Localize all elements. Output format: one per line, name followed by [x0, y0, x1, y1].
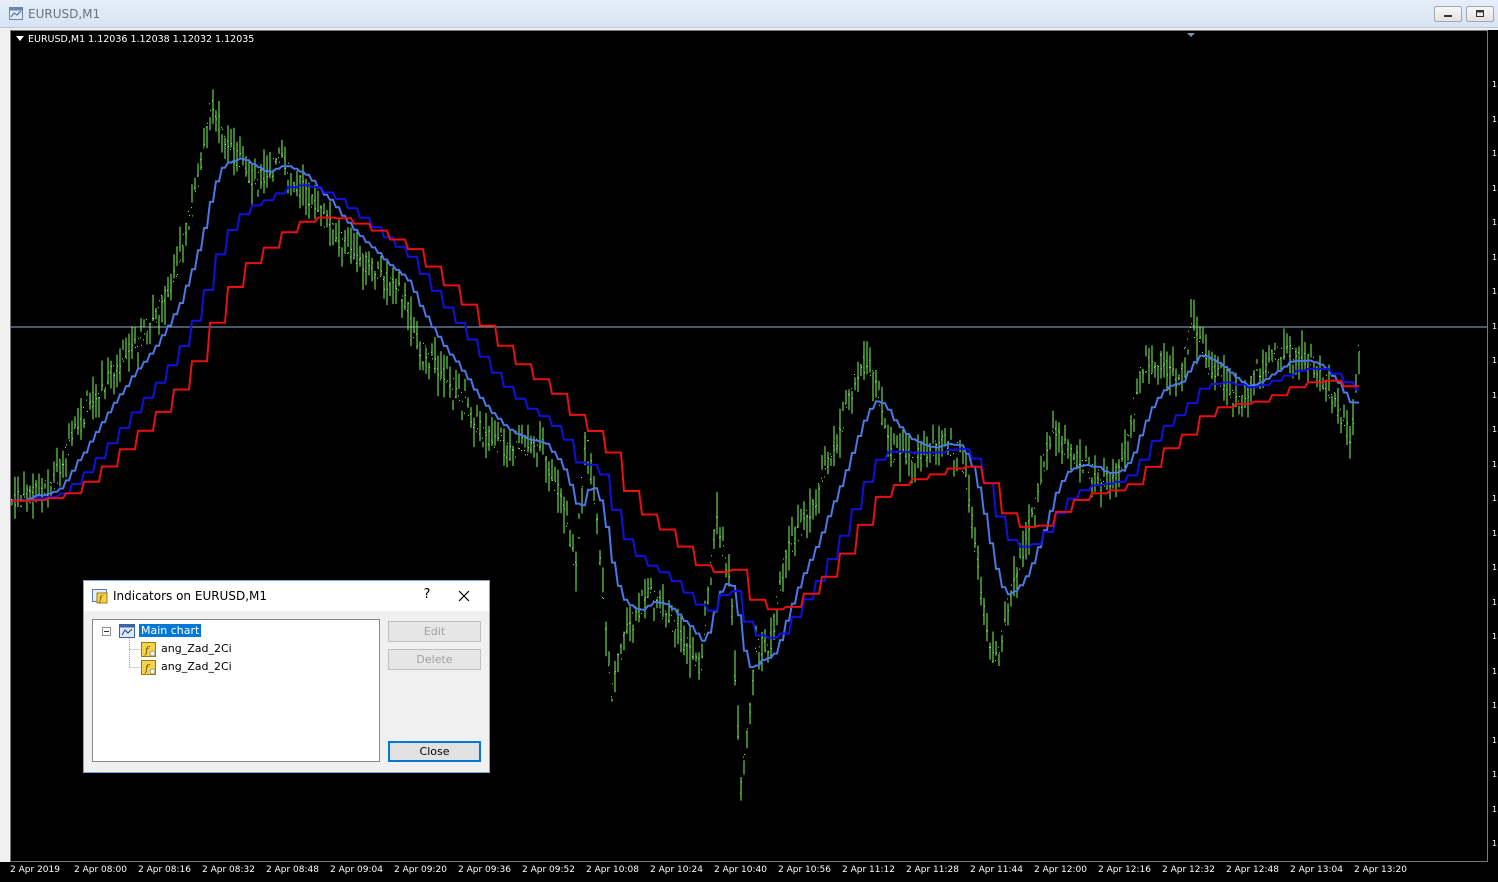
time-axis-label: 2 Apr 09:04	[330, 865, 383, 875]
time-axis-label: 2 Apr 13:04	[1290, 865, 1343, 875]
price-scale-label: 1	[1492, 183, 1498, 193]
collapse-triangle-icon[interactable]	[16, 36, 24, 41]
time-axis-label: 2 Apr 08:32	[202, 865, 255, 875]
price-scale-label: 1	[1492, 735, 1498, 745]
tree-lines	[102, 627, 140, 668]
price-scale-label: 1	[1492, 597, 1498, 607]
time-axis-label: 2 Apr 11:44	[970, 865, 1023, 875]
price-scale-label: 1	[1492, 770, 1498, 779]
chart-shift-marker-icon[interactable]	[1187, 33, 1195, 37]
price-scale-label: 1	[1492, 218, 1498, 227]
dialog-titlebar[interactable]: f Indicators on EURUSD,M1 ?	[84, 581, 489, 611]
tree-root-main-chart[interactable]: Main chart	[139, 624, 202, 637]
time-axis[interactable]: 2 Apr 2019 2 Apr 08:00 2 Apr 08:16 2 Apr 08…	[0, 862, 1498, 882]
indicators-icon: f	[92, 589, 108, 604]
edit-button[interactable]: Edit	[388, 621, 481, 642]
price-scale-label: 1	[1492, 839, 1498, 848]
price-scale-label: 1	[1492, 666, 1498, 676]
time-axis-label: 2 Apr 10:56	[778, 865, 831, 875]
symbol-quote-text: EURUSD,M1 1.12036 1.12038 1.12032 1.1203…	[28, 34, 255, 45]
price-scale-label: 1	[1492, 321, 1498, 331]
delete-button[interactable]: Delete	[388, 649, 481, 670]
price-scale-label: 1	[1492, 528, 1498, 538]
price-scale-label: 1	[1492, 632, 1498, 641]
close-icon[interactable]	[456, 588, 472, 604]
price-scale-label: 1	[1492, 287, 1498, 296]
window-titlebar: EURUSD,M1	[0, 0, 1498, 28]
time-axis-label: 2 Apr 08:00	[74, 865, 127, 875]
time-axis-label: 2 Apr 11:28	[906, 865, 959, 875]
maximize-button[interactable]	[1466, 6, 1494, 22]
time-axis-label: 2 Apr 09:36	[458, 865, 511, 875]
price-scale-label: 1	[1492, 149, 1498, 158]
time-axis-label: 2 Apr 10:08	[586, 865, 639, 875]
price-scale-label: 1	[1492, 563, 1498, 572]
minimize-icon	[1444, 15, 1452, 17]
main-chart-label: Main chart	[139, 624, 202, 637]
price-scale-label: 1	[1492, 252, 1498, 262]
price-scale-label: 1	[1492, 80, 1498, 89]
price-scale-label: 1	[1492, 459, 1498, 469]
restore-icon	[1476, 10, 1484, 17]
main-chart-icon	[119, 624, 135, 638]
indicator-function-icon: f	[141, 660, 156, 675]
tree-item-indicator[interactable]: ang_Zad_2Ci	[161, 660, 232, 673]
price-scale[interactable]: 1 1 1 1 1 1 1 1 1 1 1 1 1 1 1 1 1 1 1 1 1 1 1	[1488, 30, 1498, 862]
time-axis-label: 2 Apr 10:40	[714, 865, 767, 875]
window-title: EURUSD,M1	[28, 7, 101, 21]
price-scale-label: 1	[1492, 114, 1498, 124]
minimize-button[interactable]	[1434, 6, 1462, 22]
close-button[interactable]: Close	[388, 741, 481, 762]
time-axis-label: 2 Apr 12:48	[1226, 865, 1279, 875]
price-scale-label: 1	[1492, 494, 1498, 503]
price-scale-label: 1	[1492, 425, 1498, 434]
tree-item-indicator[interactable]: ang_Zad_2Ci	[161, 642, 232, 655]
price-scale-label: 1	[1492, 701, 1498, 710]
time-axis-label: 2 Apr 10:24	[650, 865, 703, 875]
chart-window-icon	[9, 7, 23, 20]
dialog-title: Indicators on EURUSD,M1	[113, 589, 268, 603]
price-scale-label: 1	[1492, 804, 1498, 814]
time-axis-label: 2 Apr 12:00	[1034, 865, 1087, 875]
time-axis-label: 2 Apr 09:20	[394, 865, 447, 875]
price-scale-label: 1	[1492, 356, 1498, 365]
time-axis-label: 2 Apr 09:52	[522, 865, 575, 875]
time-axis-label: 2 Apr 11:12	[842, 865, 895, 875]
time-axis-label: 2 Apr 08:16	[138, 865, 191, 875]
chart-symbol-header: EURUSD,M1 1.12036 1.12038 1.12032 1.1203…	[16, 34, 254, 45]
time-axis-label: 2 Apr 08:48	[266, 865, 319, 875]
mid-indicator-line	[12, 184, 1359, 639]
time-axis-label: 2 Apr 12:16	[1098, 865, 1151, 875]
indicators-dialog: f Indicators on EURUSD,M1 ? Main chart f	[83, 580, 490, 773]
indicator-tree[interactable]: Main chart f ang_Zad_2Ci f ang_Zad_2Ci	[92, 619, 380, 762]
time-axis-label: 2 Apr 12:32	[1162, 865, 1215, 875]
price-scale-label: 1	[1492, 390, 1498, 400]
help-button[interactable]: ?	[417, 587, 437, 602]
indicator-function-icon: f	[141, 642, 156, 657]
time-axis-label: 2 Apr 2019	[10, 865, 60, 875]
time-axis-label: 2 Apr 13:20	[1354, 865, 1407, 875]
